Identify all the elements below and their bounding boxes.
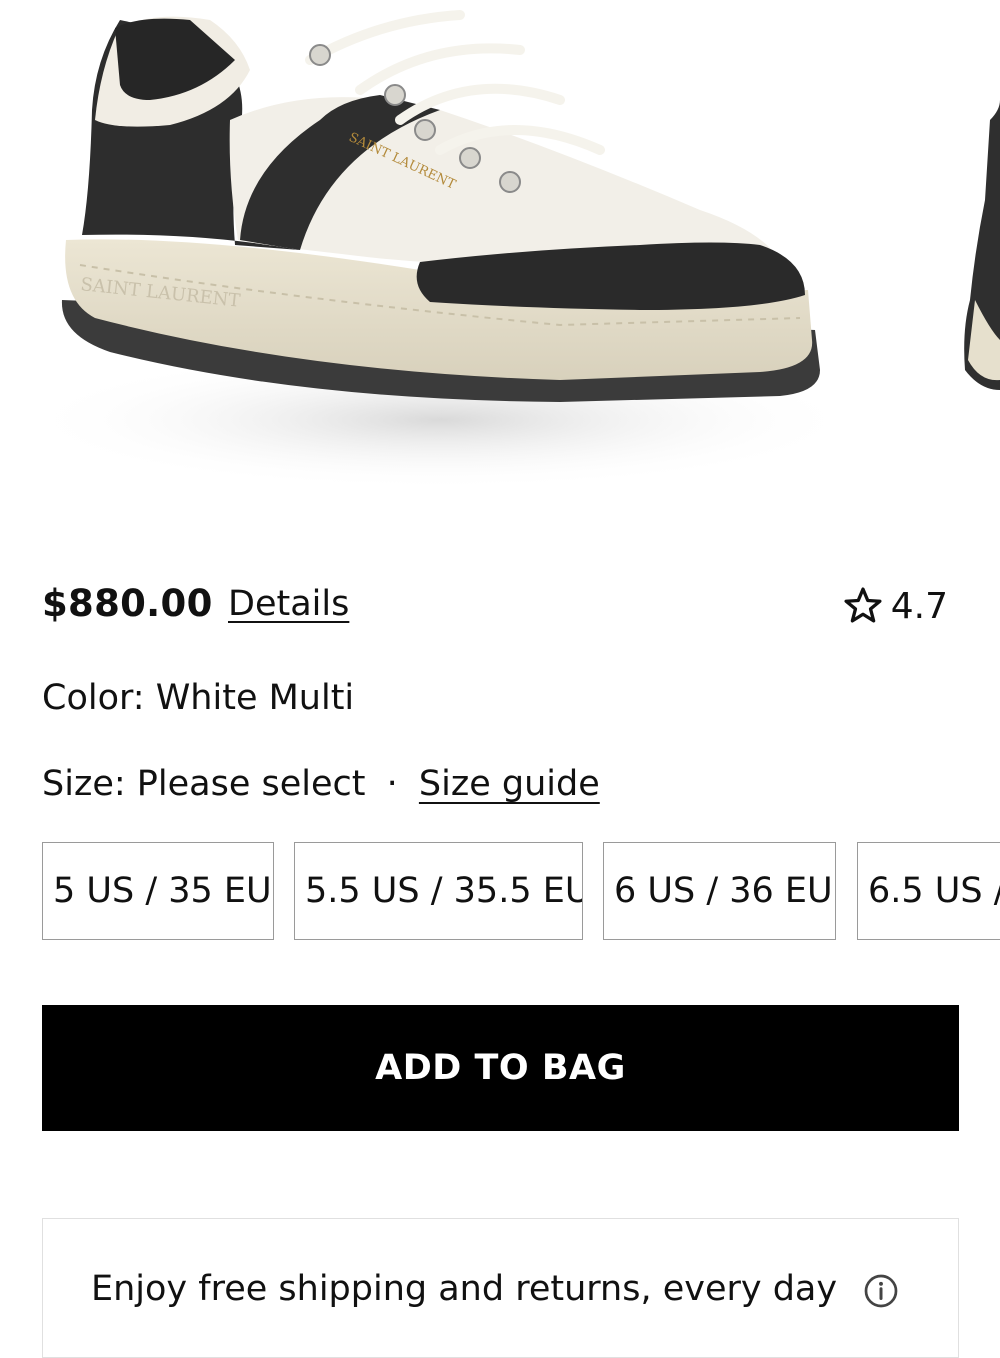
size-value: Please select (136, 764, 366, 804)
price-row: $880.00 Details 4.7 (42, 578, 958, 634)
sneaker-image: SAINT LAURENT SAINT LAURENT (20, 10, 1000, 490)
size-option-5[interactable]: 5 US / 35 EU (42, 842, 274, 940)
rating-value: 4.7 (890, 585, 948, 627)
shipping-text: Enjoy free shipping and returns, every d… (91, 1269, 838, 1309)
star-outline-icon (844, 587, 882, 623)
size-options[interactable]: 5 US / 35 EU 5.5 US / 35.5 EU 6 US / 36 … (42, 842, 1000, 942)
product-image-carousel[interactable]: SAINT LAURENT SAINT LAURENT (0, 0, 1000, 530)
size-option-5-5[interactable]: 5.5 US / 35.5 EU (294, 842, 583, 940)
product-price: $880.00 (42, 582, 213, 625)
shipping-info-card: Enjoy free shipping and returns, every d… (42, 1218, 959, 1358)
add-to-bag-button[interactable]: ADD TO BAG (42, 1005, 959, 1131)
size-guide-link[interactable]: Size guide (419, 764, 600, 804)
details-link[interactable]: Details (228, 584, 349, 624)
product-rating[interactable]: 4.7 (841, 584, 948, 628)
size-option-6[interactable]: 6 US / 36 EU (603, 842, 836, 940)
color-label: Color: (42, 678, 145, 718)
size-row: Size: Please select · Size guide (42, 764, 600, 804)
size-option-6-5[interactable]: 6.5 US / 36.5 EU (857, 842, 1000, 940)
color-value: White Multi (155, 678, 355, 718)
info-icon[interactable] (863, 1273, 899, 1309)
size-separator: · (386, 764, 398, 804)
size-label: Size: (42, 764, 126, 804)
color-row: Color: White Multi (42, 678, 354, 718)
